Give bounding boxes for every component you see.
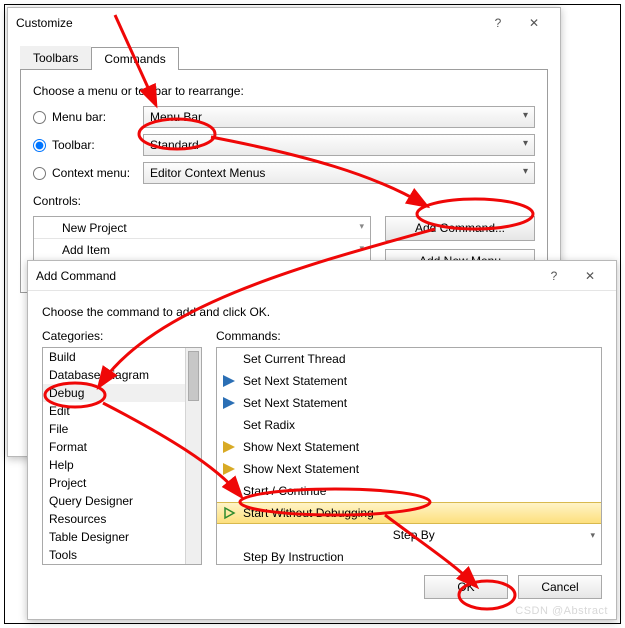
command-item-label: Start Without Debugging bbox=[243, 506, 374, 520]
radio-menubar-input[interactable] bbox=[33, 111, 46, 124]
help-icon[interactable]: ? bbox=[480, 10, 516, 36]
command-item-label: Set Next Statement bbox=[243, 396, 347, 410]
controls-label: Controls: bbox=[33, 194, 535, 208]
command-item[interactable]: Set Current Thread bbox=[217, 348, 601, 370]
category-item[interactable]: Resources bbox=[43, 510, 185, 528]
blue-arrow-icon bbox=[221, 373, 237, 389]
customize-titlebar[interactable]: Customize ? ✕ bbox=[8, 8, 560, 38]
context-combo[interactable]: Editor Context Menus bbox=[143, 162, 535, 184]
blank-icon bbox=[221, 351, 237, 367]
radio-context[interactable]: Context menu: bbox=[33, 166, 143, 180]
command-item[interactable]: Set Next Statement bbox=[217, 370, 601, 392]
category-item[interactable]: Query Designer bbox=[43, 492, 185, 510]
add-command-titlebar[interactable]: Add Command ? ✕ bbox=[28, 261, 616, 291]
add-command-prompt: Choose the command to add and click OK. bbox=[42, 305, 602, 319]
context-combo-value: Editor Context Menus bbox=[150, 166, 265, 180]
cancel-button[interactable]: Cancel bbox=[518, 575, 602, 599]
control-item-label: New Project bbox=[62, 221, 127, 235]
watermark: CSDN @Abstract bbox=[515, 605, 608, 617]
command-item-label: Show Next Statement bbox=[243, 462, 359, 476]
radio-toolbar-input[interactable] bbox=[33, 139, 46, 152]
yellow-arrow-icon bbox=[221, 461, 237, 477]
close-icon[interactable]: ✕ bbox=[572, 263, 608, 289]
radio-menubar-label: Menu bar: bbox=[52, 110, 106, 124]
command-item-label: Step By Instruction bbox=[243, 550, 344, 564]
command-item-label: Start / Continue bbox=[243, 484, 326, 498]
toolbar-combo-value: Standard bbox=[150, 138, 199, 152]
blank-icon bbox=[221, 483, 237, 499]
commands-label: Commands: bbox=[216, 329, 602, 343]
category-item[interactable]: Help bbox=[43, 456, 185, 474]
blue-arrow-icon bbox=[221, 395, 237, 411]
toolbar-combo[interactable]: Standard bbox=[143, 134, 535, 156]
commands-list[interactable]: Set Current Thread Set Next Statement Set … bbox=[216, 347, 602, 565]
command-item-label: Set Next Statement bbox=[243, 374, 347, 388]
add-command-title: Add Command bbox=[36, 261, 536, 291]
customize-title: Customize bbox=[16, 8, 480, 38]
radio-context-input[interactable] bbox=[33, 167, 46, 180]
rearrange-prompt: Choose a menu or toolbar to rearrange: bbox=[33, 84, 535, 98]
command-item[interactable]: Show Next Statement bbox=[217, 458, 601, 480]
category-item[interactable]: Table Designer bbox=[43, 528, 185, 546]
blank-icon bbox=[221, 417, 237, 433]
add-command-dialog: Add Command ? ✕ Choose the command to ad… bbox=[27, 260, 617, 620]
category-item[interactable]: Edit bbox=[43, 402, 185, 420]
blank-icon bbox=[221, 549, 237, 565]
category-item[interactable]: Format bbox=[43, 438, 185, 456]
command-item[interactable]: Show Next Statement bbox=[217, 436, 601, 458]
controls-list[interactable]: New Project Add Item bbox=[33, 216, 371, 264]
yellow-arrow-icon bbox=[221, 439, 237, 455]
help-icon[interactable]: ? bbox=[536, 263, 572, 289]
command-item-label: Step By bbox=[393, 528, 435, 542]
command-item[interactable]: Set Next Statement bbox=[217, 392, 601, 414]
command-item-label: Set Radix bbox=[243, 418, 295, 432]
ok-button[interactable]: OK bbox=[424, 575, 508, 599]
tab-toolbars[interactable]: Toolbars bbox=[20, 46, 91, 69]
menubar-combo-value: Menu Bar bbox=[150, 110, 202, 124]
category-item[interactable]: Build bbox=[43, 348, 185, 366]
add-command-button[interactable]: Add Command... bbox=[385, 216, 535, 241]
blank-icon bbox=[221, 527, 237, 543]
radio-toolbar[interactable]: Toolbar: bbox=[33, 138, 143, 152]
scrollbar-thumb[interactable] bbox=[188, 351, 199, 401]
control-item-label: Add Item bbox=[62, 243, 110, 257]
category-item[interactable]: Project bbox=[43, 474, 185, 492]
play-outline-icon bbox=[221, 505, 237, 521]
categories-label: Categories: bbox=[42, 329, 202, 343]
command-item[interactable]: Step By Instruction bbox=[217, 546, 601, 565]
categories-list[interactable]: BuildDatabase DiagramDebugEditFileFormat… bbox=[42, 347, 202, 565]
command-item-label: Show Next Statement bbox=[243, 440, 359, 454]
command-item[interactable]: Start Without Debugging bbox=[217, 502, 601, 524]
radio-context-label: Context menu: bbox=[52, 166, 130, 180]
menubar-combo[interactable]: Menu Bar bbox=[143, 106, 535, 128]
command-item[interactable]: Step By bbox=[217, 524, 601, 546]
tab-commands[interactable]: Commands bbox=[91, 47, 178, 70]
command-item[interactable]: Start / Continue bbox=[217, 480, 601, 502]
control-item[interactable]: New Project bbox=[34, 217, 370, 239]
command-item-label: Set Current Thread bbox=[243, 352, 346, 366]
control-item[interactable]: Add Item bbox=[34, 239, 370, 261]
radio-toolbar-label: Toolbar: bbox=[52, 138, 95, 152]
command-item[interactable]: Set Radix bbox=[217, 414, 601, 436]
category-item[interactable]: Tools bbox=[43, 546, 185, 564]
radio-menubar[interactable]: Menu bar: bbox=[33, 110, 143, 124]
category-item[interactable]: Debug bbox=[43, 384, 185, 402]
close-icon[interactable]: ✕ bbox=[516, 10, 552, 36]
category-item[interactable]: File bbox=[43, 420, 185, 438]
scrollbar[interactable] bbox=[185, 348, 201, 564]
category-item[interactable]: Database Diagram bbox=[43, 366, 185, 384]
